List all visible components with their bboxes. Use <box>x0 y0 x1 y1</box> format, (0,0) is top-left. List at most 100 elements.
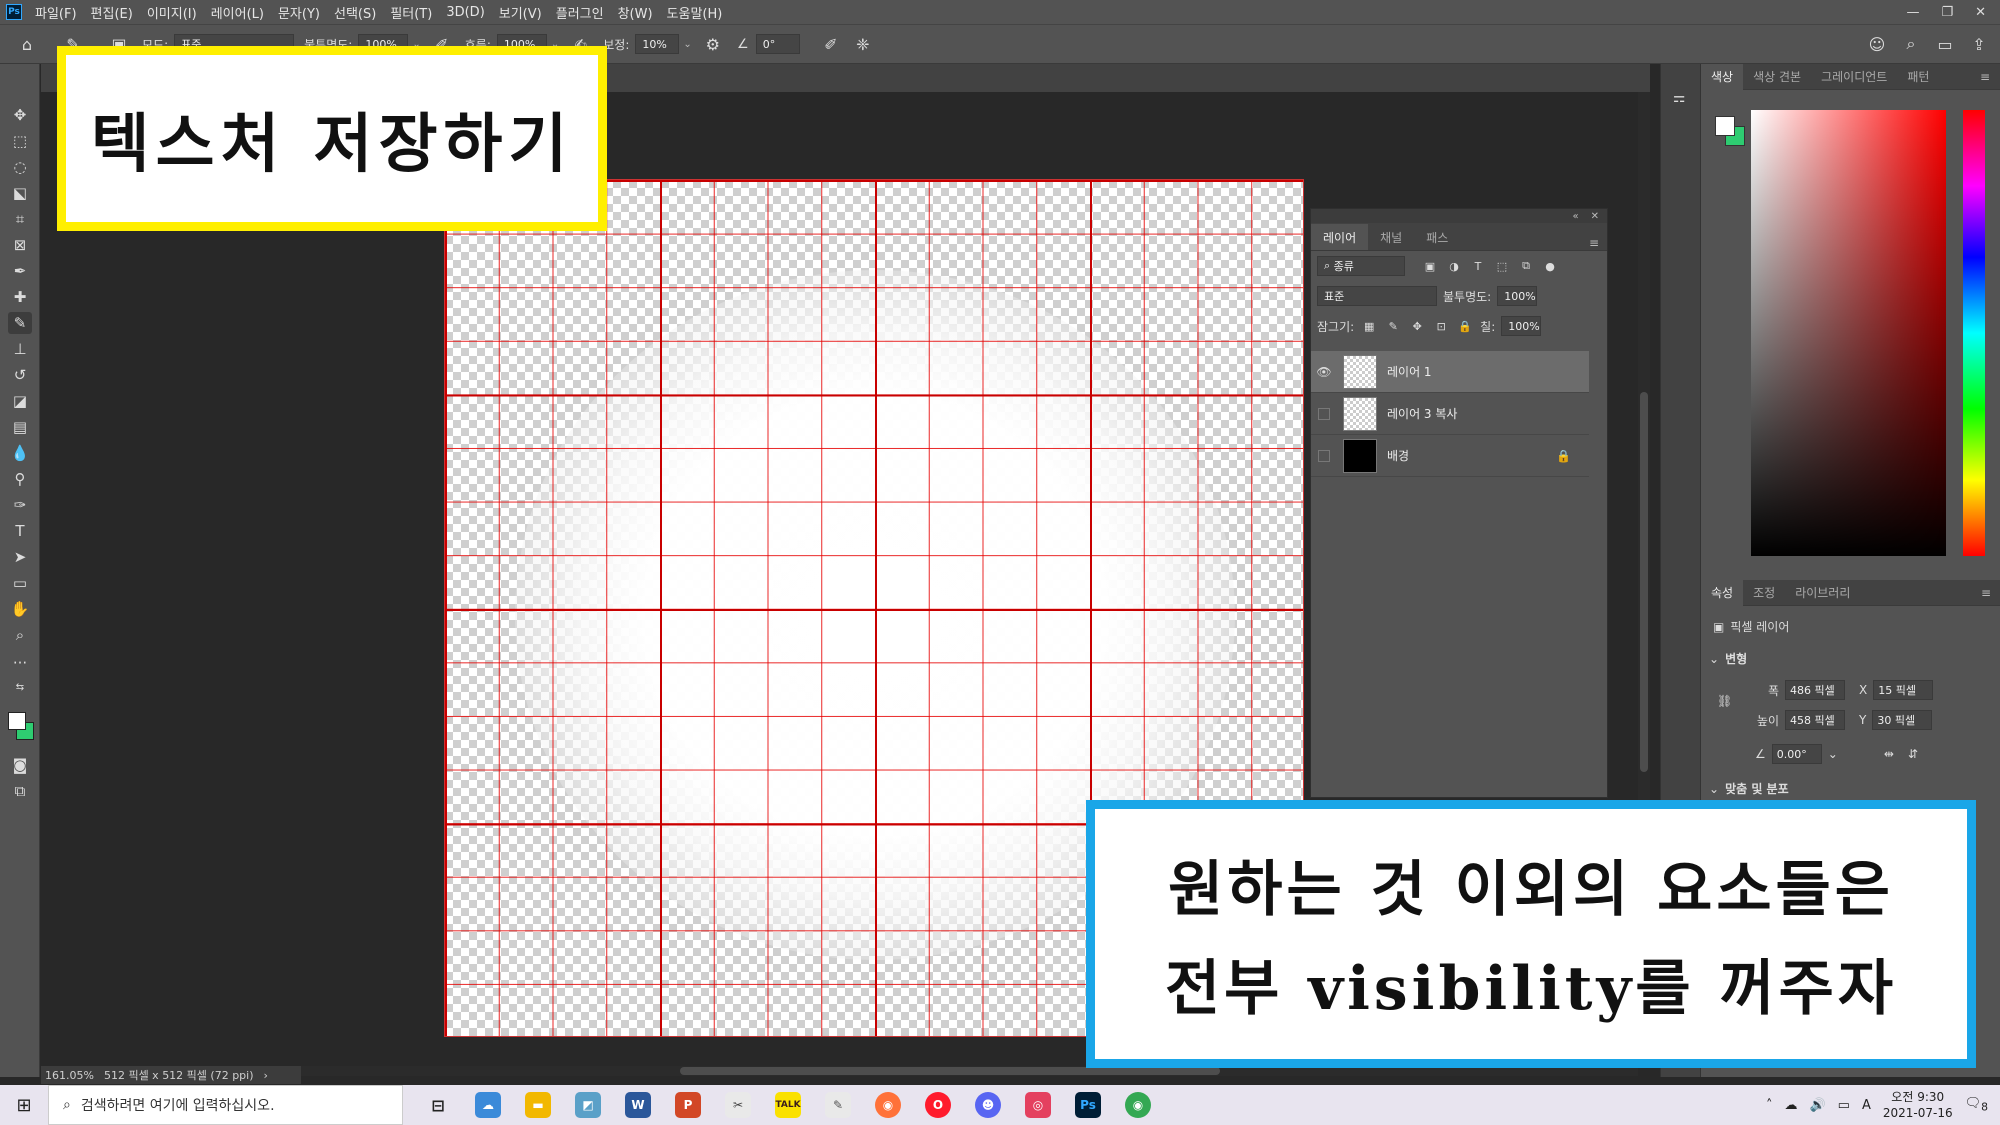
move-tool-icon[interactable]: ✥ <box>8 104 32 126</box>
chevron-up-icon[interactable]: ˄ <box>1766 1098 1773 1113</box>
visibility-toggle[interactable] <box>1311 449 1337 462</box>
history-brush-tool-icon[interactable]: ↺ <box>8 364 32 386</box>
menu-3d[interactable]: 3D(D) <box>439 5 491 20</box>
layer-row[interactable]: 👁 레이어 1 <box>1311 351 1589 393</box>
tab-patterns[interactable]: 패턴 <box>1897 64 1939 90</box>
panel-menu-icon[interactable]: ≡ <box>1589 236 1607 250</box>
lock-artboard-icon[interactable]: ⊡ <box>1432 317 1450 335</box>
menu-file[interactable]: 파일(F) <box>28 3 84 22</box>
rectangle-tool-icon[interactable]: ▭ <box>8 572 32 594</box>
smoothing-field[interactable]: 10% <box>635 34 680 54</box>
cloud-icon[interactable]: ☁ <box>1784 1098 1797 1113</box>
collapse-icon[interactable]: « <box>1572 211 1578 222</box>
screen-mode-icon[interactable]: ⧉ <box>8 780 32 802</box>
chevron-down-icon[interactable]: ⌄ <box>683 39 691 50</box>
close-icon[interactable]: ✕ <box>1975 5 1986 20</box>
photoshop-taskbar-icon[interactable]: Ps <box>1063 1085 1113 1125</box>
weather-app-icon[interactable]: ☁ <box>463 1085 513 1125</box>
chevron-down-icon[interactable]: ⌄ <box>1709 652 1719 666</box>
frame-tool-icon[interactable]: ⊠ <box>8 234 32 256</box>
pen-tool-icon[interactable]: ✑ <box>8 494 32 516</box>
layer-filter-select[interactable]: ⌕ 종류 <box>1317 256 1405 276</box>
tab-adjustments[interactable]: 조정 <box>1743 580 1785 606</box>
ime-indicator[interactable]: A <box>1862 1098 1871 1113</box>
gradient-tool-icon[interactable]: ▤ <box>8 416 32 438</box>
eye-icon[interactable]: 👁 <box>1311 365 1337 379</box>
tab-libraries[interactable]: 라이브러리 <box>1785 580 1860 606</box>
panel-menu-icon[interactable]: ≡ <box>1980 70 2000 84</box>
angle-field[interactable]: 0.00° <box>1771 744 1822 764</box>
zoom-level[interactable]: 161.05% <box>45 1069 94 1082</box>
chrome-icon[interactable]: ◉ <box>1113 1085 1163 1125</box>
menu-plugins[interactable]: 플러그인 <box>549 3 611 22</box>
lock-all-icon[interactable]: 🔒 <box>1456 317 1474 335</box>
panel-menu-icon[interactable]: ≡ <box>1981 586 2000 600</box>
menu-view[interactable]: 보기(V) <box>492 3 549 22</box>
pressure-size-icon[interactable]: ✐ <box>818 31 844 57</box>
opera-icon[interactable]: O <box>913 1085 963 1125</box>
lock-pixels-icon[interactable]: ✎ <box>1384 317 1402 335</box>
gear-icon[interactable]: ⚙ <box>700 31 726 57</box>
volume-icon[interactable]: 🔊 <box>1809 1098 1825 1113</box>
blur-tool-icon[interactable]: 💧 <box>8 442 32 464</box>
share-user-icon[interactable]: ☺ <box>1864 31 1890 57</box>
more-tools-icon[interactable]: ··· <box>8 652 32 674</box>
paint-app-icon[interactable]: ✎ <box>813 1085 863 1125</box>
filter-shape-icon[interactable]: ⬚ <box>1493 257 1511 275</box>
filter-adjustment-icon[interactable]: ◑ <box>1445 257 1463 275</box>
kakaotalk-icon[interactable]: TALK <box>763 1085 813 1125</box>
quick-mask-icon[interactable]: ◙ <box>8 754 32 776</box>
menu-image[interactable]: 이미지(I) <box>140 3 204 22</box>
angle-field[interactable]: 0° <box>755 34 800 54</box>
menu-select[interactable]: 선택(S) <box>327 3 383 22</box>
snipping-tool-icon[interactable]: ✂ <box>713 1085 763 1125</box>
lock-position-icon[interactable]: ✥ <box>1408 317 1426 335</box>
hand-tool-icon[interactable]: ✋ <box>8 598 32 620</box>
type-tool-icon[interactable]: T <box>8 520 32 542</box>
lasso-tool-icon[interactable]: ◌ <box>8 156 32 178</box>
crop-tool-icon[interactable]: ⌗ <box>8 208 32 230</box>
layer-row[interactable]: 배경 🔒 <box>1311 435 1589 477</box>
firefox-icon[interactable]: ◉ <box>863 1085 913 1125</box>
zoom-tool-icon[interactable]: ⌕ <box>8 624 32 646</box>
eyedropper-tool-icon[interactable]: ✒ <box>8 260 32 282</box>
tab-color[interactable]: 색상 <box>1701 63 1744 90</box>
photo-app-icon[interactable]: ◎ <box>1013 1085 1063 1125</box>
tab-paths[interactable]: 패스 <box>1414 224 1460 250</box>
word-icon[interactable]: W <box>613 1085 663 1125</box>
tab-channels[interactable]: 채널 <box>1368 224 1414 250</box>
network-icon[interactable]: ▭ <box>1838 1098 1850 1113</box>
filter-pixel-icon[interactable]: ▣ <box>1421 257 1439 275</box>
search-icon[interactable]: ⌕ <box>1898 31 1924 57</box>
path-select-tool-icon[interactable]: ➤ <box>8 546 32 568</box>
restore-icon[interactable]: ❐ <box>1941 5 1953 20</box>
share-icon[interactable]: ⇪ <box>1966 31 1992 57</box>
menu-window[interactable]: 창(W) <box>611 3 660 22</box>
object-select-tool-icon[interactable]: ⬕ <box>8 182 32 204</box>
menu-layer[interactable]: 레이어(L) <box>204 3 271 22</box>
layer-row[interactable]: 레이어 3 복사 <box>1311 393 1589 435</box>
discord-icon[interactable]: ☻ <box>963 1085 1013 1125</box>
healing-brush-tool-icon[interactable]: ✚ <box>8 286 32 308</box>
chevron-down-icon[interactable]: ⌄ <box>1709 782 1719 796</box>
tab-swatches[interactable]: 색상 견본 <box>1743 64 1811 90</box>
notification-icon[interactable]: 🗨8 <box>1965 1096 1988 1114</box>
foreground-swatch[interactable] <box>1715 116 1735 136</box>
width-field[interactable]: 486 픽셀 <box>1785 680 1845 700</box>
filter-type-icon[interactable]: T <box>1469 257 1487 275</box>
symmetry-icon[interactable]: ❈ <box>850 31 876 57</box>
dodge-tool-icon[interactable]: ⚲ <box>8 468 32 490</box>
notes-app-icon[interactable]: ◩ <box>563 1085 613 1125</box>
link-icon[interactable]: ⛓ <box>1717 694 1732 708</box>
clock[interactable]: 오전 9:30 2021-07-16 <box>1883 1089 1953 1121</box>
brush-tool-icon[interactable]: ✎ <box>8 312 32 334</box>
color-field[interactable] <box>1751 110 1946 556</box>
hue-slider[interactable] <box>1963 110 1985 556</box>
eraser-tool-icon[interactable]: ◪ <box>8 390 32 412</box>
x-field[interactable]: 15 픽셀 <box>1873 680 1934 700</box>
chevron-right-icon[interactable]: › <box>264 1069 268 1082</box>
workspace-icon[interactable]: ▭ <box>1932 31 1958 57</box>
file-explorer-icon[interactable]: ▬ <box>513 1085 563 1125</box>
menu-edit[interactable]: 편집(E) <box>84 3 140 22</box>
powerpoint-icon[interactable]: P <box>663 1085 713 1125</box>
